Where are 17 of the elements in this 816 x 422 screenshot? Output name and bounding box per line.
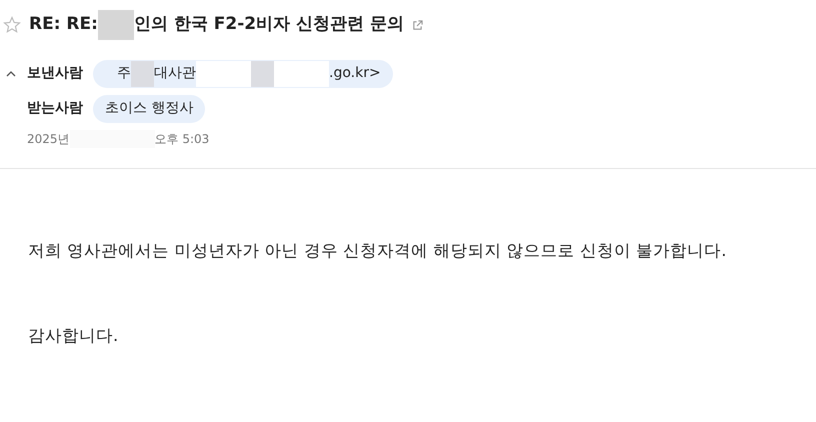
sender-chip[interactable]: 주 대사관 .go.kr> [93, 60, 393, 88]
body-paragraph: 저희 영사관에서는 미성년자가 아닌 경우 신청자격에 해당되지 않으므로 신청이 불가합니다. [28, 240, 728, 262]
recipient-label: 받는사람 [27, 99, 84, 118]
subject-text: RE: RE: [29, 13, 98, 36]
redaction-block [251, 60, 274, 86]
collapse-icon[interactable] [6, 70, 16, 78]
blank-space [196, 60, 251, 86]
external-link-icon[interactable] [412, 20, 423, 30]
date-text: 2025년 오후 5:03 [26, 129, 210, 150]
redaction-block [98, 10, 134, 40]
blank-space [274, 60, 329, 86]
sender-label: 보낸사람 [27, 64, 84, 83]
subject-text: 인의 한국 F2-2비자 신청관련 문의 [134, 13, 404, 36]
redaction-block [131, 60, 154, 86]
star-icon[interactable] [3, 16, 21, 34]
recipient-chip[interactable]: 초이스 행정사 [93, 94, 206, 122]
body-paragraph: 감사합니다. [28, 324, 120, 347]
